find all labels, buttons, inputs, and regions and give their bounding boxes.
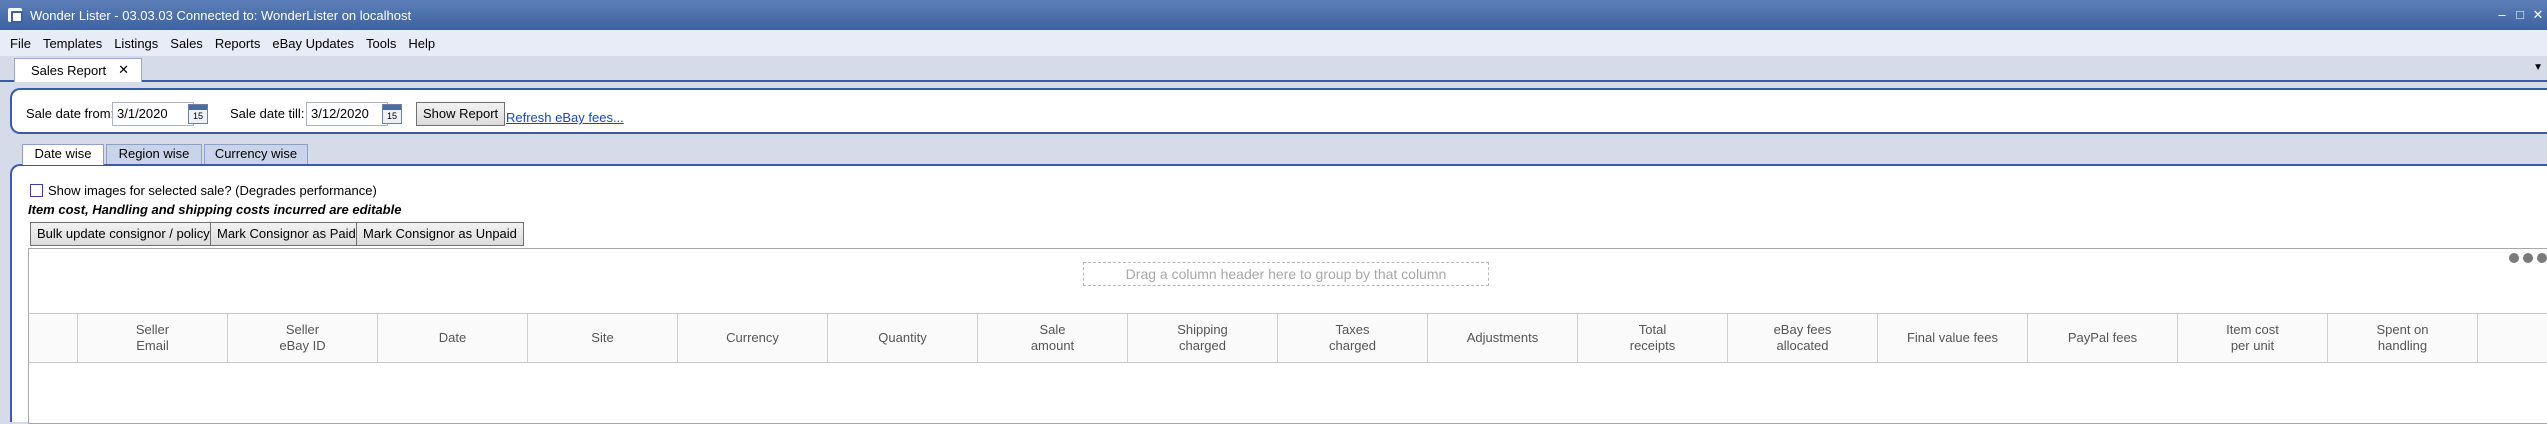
menu-listings[interactable]: Listings (108, 36, 164, 51)
column-header-indicator[interactable] (29, 314, 78, 362)
mark-consignor-unpaid-button[interactable]: Mark Consignor as Unpaid (356, 222, 524, 246)
menu-bar: File Templates Listings Sales Reports eB… (0, 30, 2547, 56)
sales-grid: Drag a column header here to group by th… (28, 248, 2547, 424)
column-header-adjustments[interactable]: Adjustments (1428, 314, 1578, 362)
menu-help[interactable]: Help (402, 36, 441, 51)
tab-region-wise[interactable]: Region wise (106, 144, 202, 164)
calendar-icon[interactable]: 15 (188, 104, 208, 124)
show-images-label: Show images for selected sale? (Degrades… (48, 183, 377, 198)
column-header-ebay-fees-allocated[interactable]: eBay fees allocated (1728, 314, 1878, 362)
column-header-seller-email[interactable]: Seller Email (78, 314, 228, 362)
tab-sales-report[interactable]: Sales Report ✕ (14, 58, 142, 82)
close-icon[interactable]: ✕ (2529, 0, 2547, 30)
sale-date-from-input[interactable]: 3/1/2020 (112, 102, 194, 126)
column-header-date[interactable]: Date (378, 314, 528, 362)
tab-date-wise[interactable]: Date wise (22, 144, 104, 165)
menu-reports[interactable]: Reports (209, 36, 267, 51)
minimize-icon[interactable]: – (2493, 0, 2511, 30)
window-controls: – □ ✕ (2493, 0, 2547, 30)
calendar-icon[interactable]: 15 (382, 104, 402, 124)
maximize-icon[interactable]: □ (2511, 0, 2529, 30)
menu-file[interactable]: File (4, 36, 37, 51)
grid-header-row: Seller Email Seller eBay ID Date Site Cu… (29, 313, 2547, 363)
column-header-total-receipts[interactable]: Total receipts (1578, 314, 1728, 362)
document-tab-strip: Sales Report ✕ ▼ (0, 56, 2547, 82)
column-header-sale-amount[interactable]: Sale amount (978, 314, 1128, 362)
menu-tools[interactable]: Tools (360, 36, 402, 51)
app-icon (8, 8, 23, 23)
sale-date-till-label: Sale date till: (230, 106, 305, 121)
grid-options-icon[interactable] (2509, 253, 2547, 263)
tab-label: Sales Report (31, 63, 107, 78)
menu-sales[interactable]: Sales (164, 36, 209, 51)
column-header-site[interactable]: Site (528, 314, 678, 362)
column-header-more[interactable] (2478, 314, 2547, 362)
window-title: Wonder Lister - 03.03.03 Connected to: W… (30, 7, 412, 23)
sale-date-from-label: Sale date from: (26, 106, 115, 121)
column-header-item-cost-per-unit[interactable]: Item cost per unit (2178, 314, 2328, 362)
menu-ebay-updates[interactable]: eBay Updates (266, 36, 360, 51)
dot-icon (2509, 253, 2519, 263)
refresh-ebay-fees-link[interactable]: Refresh eBay fees... (506, 110, 624, 125)
tab-list-dropdown-icon[interactable]: ▼ (2533, 62, 2543, 73)
column-header-currency[interactable]: Currency (678, 314, 828, 362)
column-header-spent-on-handling[interactable]: Spent on handling (2328, 314, 2478, 362)
column-header-final-value-fees[interactable]: Final value fees (1878, 314, 2028, 362)
close-tab-icon[interactable]: ✕ (118, 62, 129, 78)
editable-costs-note: Item cost, Handling and shipping costs i… (28, 202, 402, 217)
bulk-update-consignor-button[interactable]: Bulk update consignor / policy (30, 222, 217, 246)
column-header-shipping-charged[interactable]: Shipping charged (1128, 314, 1278, 362)
sale-date-till-input[interactable]: 3/12/2020 (306, 102, 388, 126)
dot-icon (2523, 253, 2533, 263)
title-bar: Wonder Lister - 03.03.03 Connected to: W… (0, 0, 2547, 30)
date-wise-panel: Show images for selected sale? (Degrades… (10, 164, 2547, 424)
menu-templates[interactable]: Templates (37, 36, 108, 51)
show-images-checkbox[interactable] (30, 184, 43, 197)
filter-panel: Sale date from: 3/1/2020 15 Sale date ti… (10, 88, 2547, 134)
group-by-drop-area[interactable]: Drag a column header here to group by th… (1083, 262, 1489, 286)
dot-icon (2537, 253, 2547, 263)
column-header-paypal-fees[interactable]: PayPal fees (2028, 314, 2178, 362)
show-report-button[interactable]: Show Report (416, 102, 506, 126)
tab-currency-wise[interactable]: Currency wise (204, 144, 308, 164)
mark-consignor-paid-button[interactable]: Mark Consignor as Paid (210, 222, 363, 246)
column-header-taxes-charged[interactable]: Taxes charged (1278, 314, 1428, 362)
column-header-quantity[interactable]: Quantity (828, 314, 978, 362)
column-header-seller-ebay-id[interactable]: Seller eBay ID (228, 314, 378, 362)
